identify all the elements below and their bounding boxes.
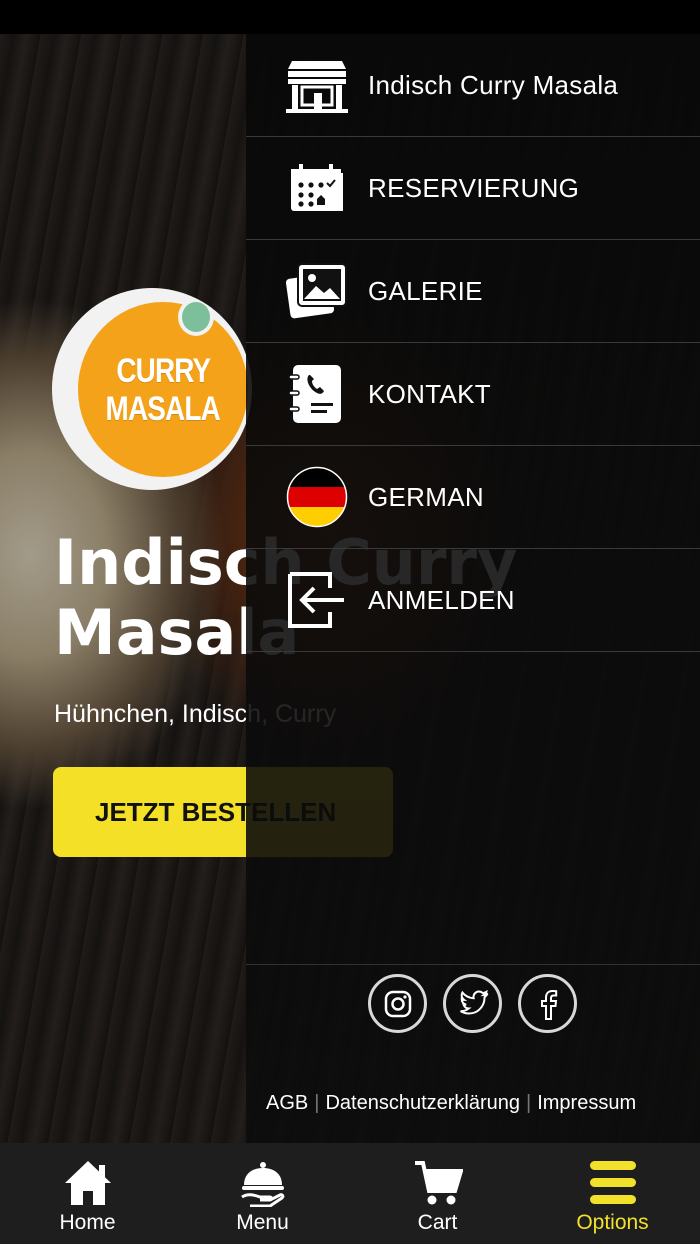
tab-label: Cart [417, 1211, 458, 1234]
tab-label: Options [576, 1211, 649, 1234]
gallery-icon [286, 260, 348, 322]
login-icon [286, 569, 348, 631]
tab-home[interactable]: Home [0, 1143, 175, 1244]
tab-cart[interactable]: Cart [350, 1143, 525, 1244]
restaurant-icon [286, 54, 348, 116]
imprint-link[interactable]: Impressum [537, 1092, 636, 1114]
logo-text-curry: CURRY [115, 351, 211, 390]
cart-icon [410, 1157, 466, 1209]
menu-bars-icon [585, 1157, 641, 1209]
home-icon [60, 1157, 116, 1209]
logo-badge: CURRY MASALA [78, 302, 248, 477]
drawer-item-contact[interactable]: KONTAKT [246, 343, 700, 446]
drawer-item-label: Indisch Curry Masala [368, 69, 619, 100]
tab-label: Home [59, 1211, 116, 1234]
legal-links: AGB | Datenschutzerklärung | Impressum [266, 1092, 636, 1115]
separator: | [314, 1092, 320, 1114]
drawer-item-login[interactable]: ANMELDEN [246, 549, 700, 652]
drawer-item-gallery[interactable]: GALERIE [246, 240, 700, 343]
status-bar [0, 0, 700, 34]
agb-link[interactable]: AGB [266, 1092, 308, 1114]
calendar-icon [286, 157, 348, 219]
drawer-divider [246, 964, 700, 965]
restaurant-logo: CURRY MASALA [52, 288, 252, 490]
social-links [368, 974, 577, 1034]
german-flag-icon [286, 466, 348, 528]
drawer-item-label: KONTAKT [368, 378, 491, 409]
bottom-tab-bar: Home Menu Cart Options [0, 1143, 700, 1244]
tab-menu[interactable]: Menu [175, 1143, 350, 1244]
drawer-item-label: GALERIE [368, 275, 483, 306]
drawer-item-restaurant[interactable]: Indisch Curry Masala [246, 34, 700, 137]
tab-options[interactable]: Options [525, 1143, 700, 1244]
drawer-item-label: GERMAN [368, 481, 484, 512]
contact-book-icon [286, 363, 348, 425]
side-drawer: Indisch Curry Masala RESERVIERUNG GALERI… [246, 34, 700, 1143]
instagram-icon[interactable] [368, 974, 427, 1033]
drawer-item-language[interactable]: GERMAN [246, 446, 700, 549]
drawer-item-reservation[interactable]: RESERVIERUNG [246, 137, 700, 240]
cloche-icon [235, 1157, 291, 1209]
facebook-icon[interactable] [518, 974, 577, 1033]
drawer-item-label: RESERVIERUNG [368, 172, 580, 203]
separator: | [526, 1092, 532, 1114]
privacy-link[interactable]: Datenschutzerklärung [325, 1092, 520, 1114]
drawer-item-label: ANMELDEN [368, 584, 515, 615]
logo-dot [178, 298, 214, 336]
logo-text-masala: MASALA [105, 389, 221, 428]
tab-label: Menu [236, 1211, 289, 1234]
twitter-icon[interactable] [443, 974, 502, 1033]
